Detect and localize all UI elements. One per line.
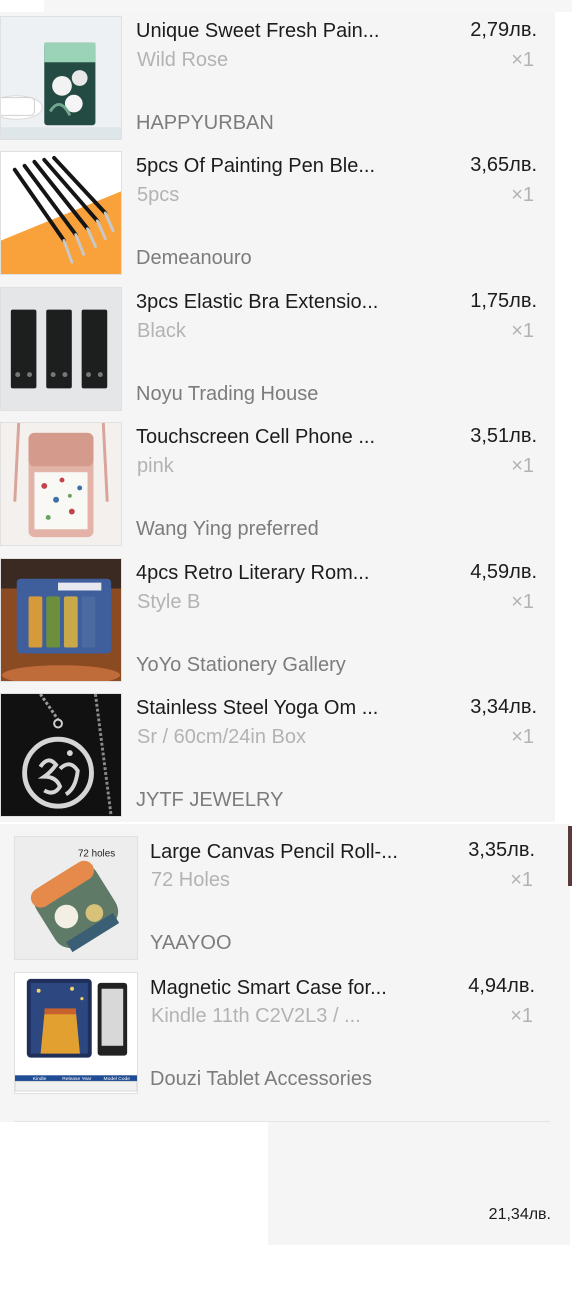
store-name[interactable]: YoYo Stationery Gallery bbox=[136, 654, 346, 677]
item-title[interactable]: Large Canvas Pencil Roll-... bbox=[150, 841, 425, 864]
phone-bag-image[interactable] bbox=[0, 422, 122, 546]
order-item[interactable]: Stainless Steel Yoga Om ... Sr / 60cm/24… bbox=[0, 690, 555, 824]
item-price: 3,51лв. bbox=[470, 425, 537, 447]
store-name[interactable]: YAAYOO bbox=[150, 932, 232, 955]
store-name[interactable]: Noyu Trading House bbox=[136, 383, 318, 406]
pencil-roll-image[interactable]: 72 holes bbox=[14, 836, 138, 960]
item-title[interactable]: 3pcs Elastic Bra Extensio... bbox=[136, 291, 411, 314]
item-quantity: ×1 bbox=[511, 49, 534, 71]
item-title[interactable]: Touchscreen Cell Phone ... bbox=[136, 426, 411, 449]
edge-marker bbox=[568, 826, 572, 886]
thumb-table-header: Kindle bbox=[33, 1076, 47, 1082]
item-quantity: ×1 bbox=[511, 184, 534, 206]
item-quantity: ×1 bbox=[511, 726, 534, 748]
item-quantity: ×1 bbox=[511, 455, 534, 477]
store-name[interactable]: Demeanouro bbox=[136, 247, 252, 270]
order-item[interactable]: 5pcs Of Painting Pen Ble... 5pcs 3,65лв.… bbox=[0, 148, 555, 282]
item-title[interactable]: Unique Sweet Fresh Pain... bbox=[136, 20, 411, 43]
order-item[interactable]: Kindle Release Year Model Code Magnetic … bbox=[0, 960, 555, 1094]
store-name[interactable]: JYTF JEWELRY bbox=[136, 789, 283, 812]
item-title[interactable]: Stainless Steel Yoga Om ... bbox=[136, 697, 411, 720]
painting-kit-image[interactable] bbox=[0, 16, 122, 140]
thumb-caption: 72 holes bbox=[78, 849, 115, 860]
bra-extenders-image[interactable] bbox=[0, 287, 122, 411]
item-variant: Wild Rose bbox=[137, 49, 229, 71]
item-price: 3,35лв. bbox=[468, 839, 535, 861]
item-variant: 5pcs bbox=[137, 184, 180, 206]
store-name[interactable]: Wang Ying preferred bbox=[136, 518, 319, 541]
item-variant: pink bbox=[137, 455, 174, 477]
item-quantity: ×1 bbox=[510, 1005, 533, 1027]
item-variant: Kindle 11th C2V2L3 / ... bbox=[151, 1005, 361, 1027]
bookmarks-image[interactable] bbox=[0, 558, 122, 682]
total-panel bbox=[268, 1122, 570, 1245]
order-item[interactable]: 3pcs Elastic Bra Extensio... Black 1,75л… bbox=[0, 284, 555, 418]
item-title[interactable]: 5pcs Of Painting Pen Ble... bbox=[136, 155, 411, 178]
item-quantity: ×1 bbox=[511, 591, 534, 613]
top-strip bbox=[44, 0, 572, 12]
order-item[interactable]: Touchscreen Cell Phone ... pink 3,51лв. … bbox=[0, 419, 555, 553]
item-price: 1,75лв. bbox=[470, 290, 537, 312]
item-price: 3,65лв. bbox=[470, 154, 537, 176]
thumb-table-header: Model Code bbox=[104, 1076, 131, 1082]
item-variant: 72 Holes bbox=[151, 869, 230, 891]
order-item[interactable]: 72 holes Large Canvas Pencil Roll-... 72… bbox=[0, 824, 555, 960]
item-title[interactable]: Magnetic Smart Case for... bbox=[150, 977, 425, 1000]
item-quantity: ×1 bbox=[511, 320, 534, 342]
item-title[interactable]: 4pcs Retro Literary Rom... bbox=[136, 562, 411, 585]
item-quantity: ×1 bbox=[510, 869, 533, 891]
divider bbox=[14, 1121, 550, 1122]
kindle-case-image[interactable]: Kindle Release Year Model Code bbox=[14, 972, 138, 1094]
item-variant: Black bbox=[137, 320, 186, 342]
item-price: 2,79лв. bbox=[470, 19, 537, 41]
item-price: 4,59лв. bbox=[470, 561, 537, 583]
item-price: 3,34лв. bbox=[470, 696, 537, 718]
thumb-table-header: Release Year bbox=[62, 1076, 92, 1082]
blending-pens-image[interactable] bbox=[0, 151, 122, 275]
item-price: 4,94лв. bbox=[468, 975, 535, 997]
store-name[interactable]: Douzi Tablet Accessories bbox=[150, 1068, 372, 1091]
order-total: 21,34лв. bbox=[488, 1206, 551, 1223]
item-variant: Sr / 60cm/24in Box bbox=[137, 726, 306, 748]
om-necklace-image[interactable] bbox=[0, 693, 122, 817]
item-variant: Style B bbox=[137, 591, 201, 613]
order-item[interactable]: 4pcs Retro Literary Rom... Style B 4,59л… bbox=[0, 555, 555, 689]
order-item[interactable]: Unique Sweet Fresh Pain... Wild Rose 2,7… bbox=[0, 13, 555, 147]
store-name[interactable]: HAPPYURBAN bbox=[136, 112, 274, 135]
